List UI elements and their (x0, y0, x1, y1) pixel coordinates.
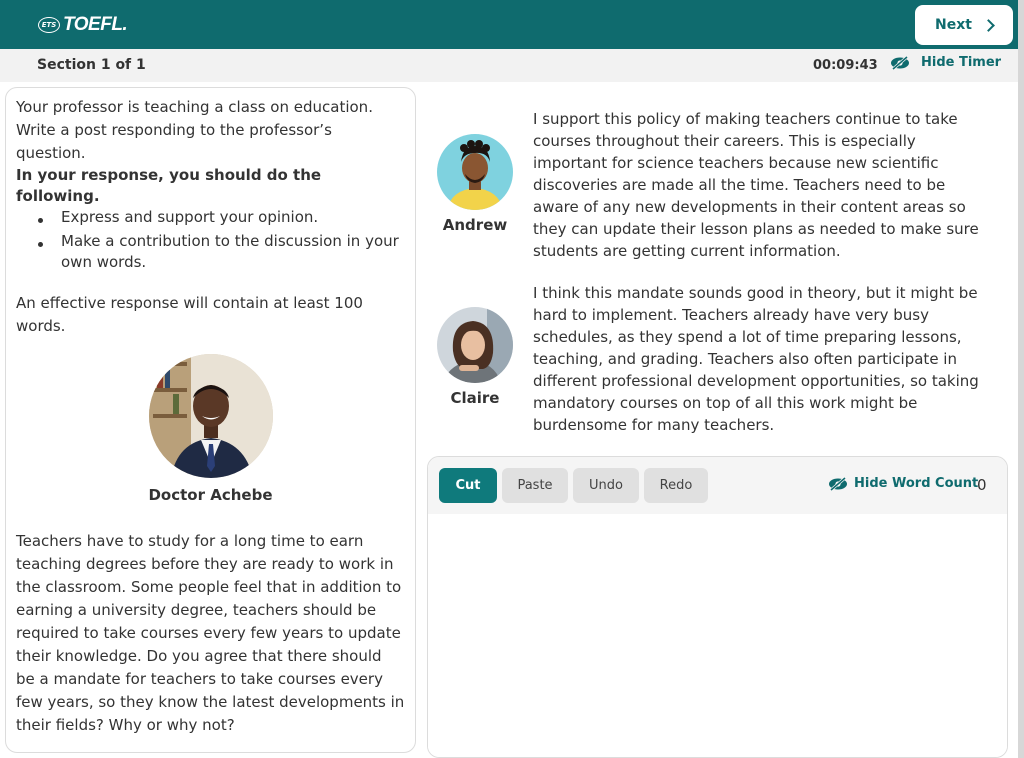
instructions-list: Express and support your opinion. Make a… (16, 207, 405, 273)
top-bar: ETS TOEFL. Next (0, 0, 1018, 49)
next-button-label: Next (935, 17, 972, 33)
professor-name: Doctor Achebe (148, 486, 273, 504)
hide-timer-label: Hide Timer (921, 55, 1002, 70)
instructions-heading: In your response, you should do the foll… (16, 166, 322, 205)
timer-display: 00:09:43 (813, 58, 878, 73)
hide-timer-button[interactable]: Hide Timer (890, 55, 1001, 70)
student-andrew: Andrew (437, 134, 513, 234)
effective-response-note: An effective response will contain at le… (16, 294, 363, 335)
editor-toolbar: Cut Paste Undo Redo Hide Word Count 0 (428, 457, 1007, 514)
list-item: Express and support your opinion. (38, 207, 405, 228)
andrew-post: I support this policy of making teachers… (533, 110, 979, 260)
eye-slash-icon (829, 476, 847, 491)
redo-button[interactable]: Redo (644, 468, 708, 503)
claire-post: I think this mandate sounds good in theo… (533, 284, 979, 434)
eye-slash-icon (891, 55, 909, 70)
section-label: Section 1 of 1 (37, 57, 146, 73)
student-name: Andrew (442, 216, 508, 234)
prompt-panel: Your professor is teaching a class on ed… (5, 87, 416, 753)
list-item: Make a contribution to the discussion in… (38, 231, 405, 273)
hide-word-count-label: Hide Word Count (854, 476, 979, 491)
logo-text: TOEFL. (63, 14, 128, 35)
professor-card: Doctor Achebe (16, 354, 405, 507)
student-claire: Claire (437, 307, 513, 407)
section-bar: Section 1 of 1 00:09:43 Hide Timer (0, 49, 1018, 82)
response-editor: Cut Paste Undo Redo Hide Word Count 0 (427, 456, 1008, 758)
claire-avatar (437, 307, 513, 383)
prompt-intro: Your professor is teaching a class on ed… (16, 98, 373, 162)
professor-avatar (148, 354, 273, 478)
response-textarea[interactable] (428, 514, 1007, 757)
toefl-logo: ETS TOEFL. (38, 14, 128, 36)
chevron-right-icon (982, 18, 995, 32)
undo-button[interactable]: Undo (573, 468, 639, 503)
word-count: 0 (977, 476, 987, 494)
professor-question: Teachers have to study for a long time t… (16, 532, 405, 734)
next-button[interactable]: Next (915, 5, 1013, 45)
andrew-avatar (437, 134, 513, 210)
hide-word-count-button[interactable]: Hide Word Count (828, 476, 978, 491)
scrollbar-track[interactable] (1018, 0, 1024, 758)
cut-button[interactable]: Cut (439, 468, 497, 503)
paste-button[interactable]: Paste (502, 468, 568, 503)
student-name: Claire (450, 389, 500, 407)
ets-logo-mark: ETS (38, 17, 60, 33)
